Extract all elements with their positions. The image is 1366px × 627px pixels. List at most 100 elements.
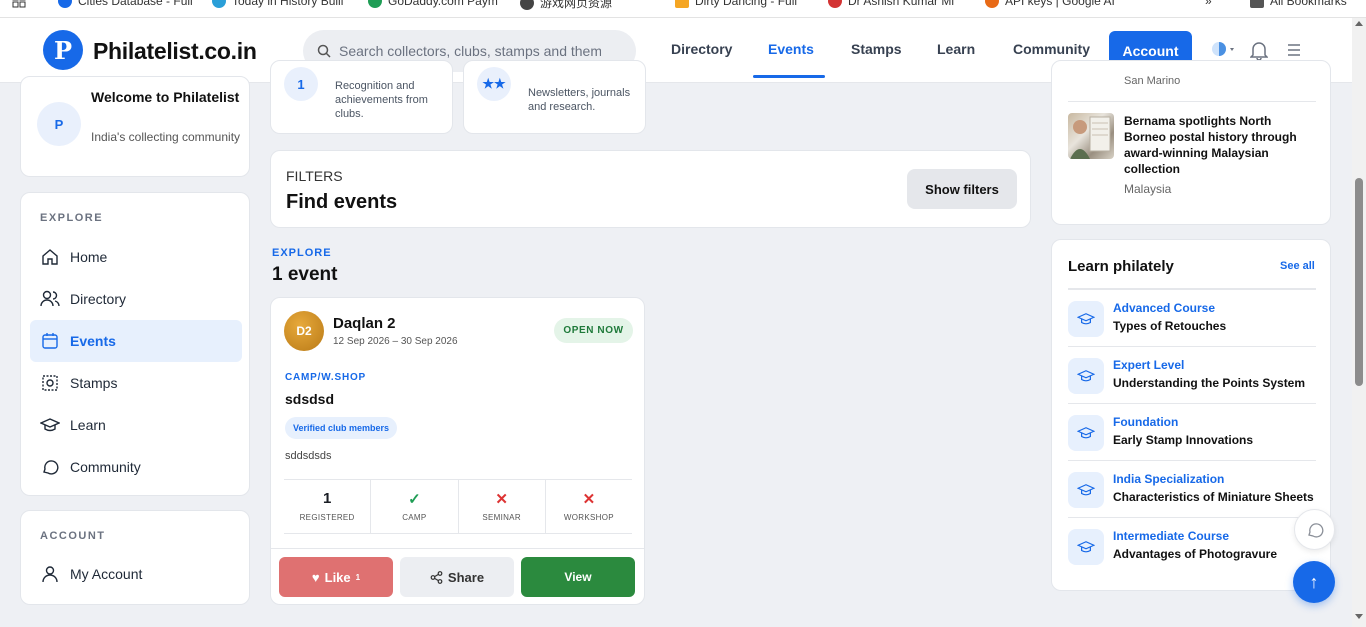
stat-camp: ✓ CAMP xyxy=(371,480,459,533)
chat-bubble-icon xyxy=(1307,522,1323,538)
stat-label: WORKSHOP xyxy=(563,513,614,522)
search-input[interactable] xyxy=(339,43,601,59)
bookmark-item[interactable]: API keys | Google AI xyxy=(985,0,1115,8)
stat-label: REGISTERED xyxy=(299,513,355,522)
bookmark-item[interactable]: 游戏网页资源 xyxy=(520,0,612,11)
section-label: EXPLORE xyxy=(40,212,104,224)
brand-name[interactable]: Philatelist.co.in xyxy=(93,38,257,65)
site-logo[interactable]: P xyxy=(43,30,83,70)
learn-topic: Characteristics of Miniature Sheets xyxy=(1113,490,1314,504)
event-name: sdsdsd xyxy=(285,391,335,407)
graduation-cap-icon xyxy=(1068,415,1104,451)
user-icon xyxy=(40,564,60,584)
learn-item[interactable]: India Specialization Characteristics of … xyxy=(1068,461,1316,518)
graduation-cap-icon xyxy=(1068,301,1104,337)
nav-stamps[interactable]: Stamps xyxy=(851,41,902,57)
view-button[interactable]: View xyxy=(521,557,635,597)
event-dates: 12 Sep 2026 – 30 Sep 2026 xyxy=(333,336,458,347)
nav-learn[interactable]: Learn xyxy=(937,41,975,57)
event-category: CAMP/W.SHOP xyxy=(285,372,367,383)
learn-item[interactable]: Expert Level Understanding the Points Sy… xyxy=(1068,347,1316,404)
bookmark-item[interactable]: Dr Ashish Kumar Mi xyxy=(828,0,954,8)
sidebar-account: ACCOUNT My Account xyxy=(20,510,250,605)
sidebar-item-community[interactable]: Community xyxy=(30,446,242,488)
sidebar-explore: EXPLORE Home Directory Events Stamps Lea… xyxy=(20,192,250,496)
bookmarks-overflow-icon[interactable]: » xyxy=(1205,0,1212,8)
filters-title: Find events xyxy=(286,191,398,213)
chat-widget-button[interactable] xyxy=(1294,509,1335,550)
learn-topic: Understanding the Points System xyxy=(1113,376,1306,390)
feature-card-awards[interactable]: 1 Recognition and achievements from club… xyxy=(270,60,453,134)
scroll-to-top-button[interactable]: ↑ xyxy=(1293,561,1335,603)
eligibility-tag: Verified club members xyxy=(285,417,398,439)
learn-title: Learn philately xyxy=(1068,258,1174,275)
filters-label: FILTERS xyxy=(286,168,343,184)
graduation-cap-icon xyxy=(1068,358,1104,394)
scroll-up-arrow[interactable] xyxy=(1355,21,1363,26)
feature-card-publications[interactable]: ★★ Newsletters, journals and research. xyxy=(463,60,646,134)
bookmark-item[interactable]: Cities Database - Full xyxy=(58,0,193,8)
stat-workshop: ✕ WORKSHOP xyxy=(546,480,632,533)
like-button[interactable]: ♥ Like 1 xyxy=(279,557,393,597)
event-avatar: D2 xyxy=(284,311,324,351)
learn-level: Foundation xyxy=(1113,415,1179,429)
welcome-subtitle: India's collecting community xyxy=(91,130,241,144)
sidebar-item-home[interactable]: Home xyxy=(30,236,242,278)
sidebar-item-directory[interactable]: Directory xyxy=(30,278,242,320)
nav-community[interactable]: Community xyxy=(1013,41,1090,57)
bookmark-favicon xyxy=(828,0,842,8)
bookmark-favicon xyxy=(212,0,226,8)
sidebar-item-my-account[interactable]: My Account xyxy=(30,553,242,595)
learn-level: India Specialization xyxy=(1113,472,1225,486)
learn-item[interactable]: Advanced Course Types of Retouches xyxy=(1068,290,1316,347)
chat-icon xyxy=(40,457,60,477)
bookmark-item[interactable]: All Bookmarks xyxy=(1250,0,1347,8)
sidebar-item-learn[interactable]: Learn xyxy=(30,404,242,446)
learn-topic: Early Stamp Innovations xyxy=(1113,433,1254,447)
learn-level: Intermediate Course xyxy=(1113,529,1230,543)
results-count: 1 event xyxy=(272,264,338,285)
scroll-down-arrow[interactable] xyxy=(1355,614,1363,619)
show-filters-button[interactable]: Show filters xyxy=(907,169,1017,209)
event-title[interactable]: Daqlan 2 xyxy=(333,315,396,332)
event-actions: ♥ Like 1 Share View xyxy=(271,548,644,604)
stamp-icon xyxy=(40,373,60,393)
heart-icon: ♥ xyxy=(311,569,320,585)
bookmark-favicon xyxy=(520,0,534,10)
like-count: 1 xyxy=(355,572,361,582)
publication-icon: ★★ xyxy=(477,67,511,101)
news-thumbnail[interactable] xyxy=(1068,113,1114,159)
learn-item[interactable]: Foundation Early Stamp Innovations xyxy=(1068,404,1316,461)
bookmark-favicon xyxy=(675,0,689,8)
learn-level: Advanced Course xyxy=(1113,301,1216,315)
users-icon xyxy=(40,289,60,309)
nav-directory[interactable]: Directory xyxy=(671,41,732,57)
sidebar-item-stamps[interactable]: Stamps xyxy=(30,362,242,404)
graduation-cap-icon xyxy=(1068,472,1104,508)
share-icon xyxy=(430,570,443,584)
bookmark-item[interactable]: Dirty Dancing - Full xyxy=(675,0,797,8)
avatar: P xyxy=(37,102,81,146)
cross-icon: ✕ xyxy=(582,491,596,508)
news-title[interactable]: Bernama spotlights North Borneo postal h… xyxy=(1124,113,1314,177)
home-icon xyxy=(40,247,60,267)
calendar-icon xyxy=(40,331,60,351)
nav-events[interactable]: Events xyxy=(768,41,814,57)
apps-grid-icon[interactable] xyxy=(12,0,26,8)
folder-icon xyxy=(1250,0,1264,8)
sidebar-item-events[interactable]: Events xyxy=(30,320,242,362)
see-all-link[interactable]: See all xyxy=(1280,260,1315,272)
filters-panel: FILTERS Find events Show filters xyxy=(270,150,1031,228)
share-button[interactable]: Share xyxy=(400,557,514,597)
page-scrollbar[interactable] xyxy=(1352,18,1366,627)
graduation-cap-icon xyxy=(40,415,60,435)
bookmark-favicon xyxy=(58,0,72,8)
results-label: EXPLORE xyxy=(272,247,332,259)
bookmark-item[interactable]: Today in History Bulli xyxy=(212,0,343,8)
learn-item[interactable]: Intermediate Course Advantages of Photog… xyxy=(1068,518,1316,575)
event-description: sddsdsds xyxy=(285,450,332,462)
bookmark-item[interactable]: GoDaddy.com Paym xyxy=(368,0,498,8)
scroll-thumb[interactable] xyxy=(1355,178,1363,386)
welcome-title: Welcome to Philatelist xyxy=(91,89,240,105)
stat-value: 1 xyxy=(322,490,332,507)
